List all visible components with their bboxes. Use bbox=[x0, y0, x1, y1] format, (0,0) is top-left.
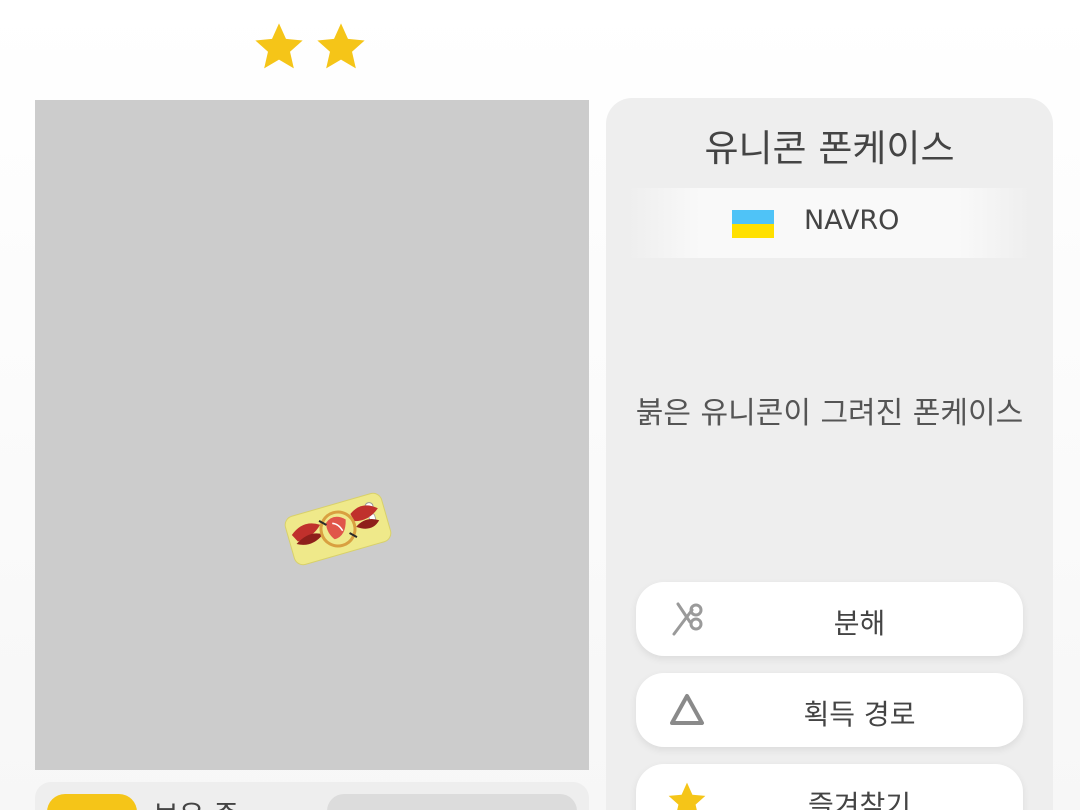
star-icon bbox=[317, 23, 365, 69]
owned-bar: 보유 중 bbox=[35, 782, 589, 810]
acquire-source-button[interactable]: 획득 경로 bbox=[636, 673, 1023, 747]
owned-action-pill[interactable] bbox=[327, 794, 577, 810]
dismantle-label: 분해 bbox=[833, 607, 886, 640]
favorite-button[interactable]: 즐겨찾기 bbox=[636, 764, 1023, 810]
favorite-label: 즐겨찾기 bbox=[807, 789, 912, 810]
brand-row: NAVRO bbox=[628, 188, 1031, 258]
owned-count-badge bbox=[47, 794, 137, 810]
item-description: 붉은 유니콘이 그려진 폰케이스 bbox=[635, 396, 1024, 431]
phone-case-image bbox=[284, 492, 392, 566]
item-detail-screen: 보유 중 유니콘 폰케이스 NAVRO 붉은 유니콘이 그려진 폰케이스 분해 … bbox=[0, 0, 1080, 810]
item-preview bbox=[35, 100, 589, 770]
acquire-source-label: 획득 경로 bbox=[803, 698, 916, 731]
item-name: 유니콘 폰케이스 bbox=[704, 127, 955, 170]
ukraine-flag-icon bbox=[732, 210, 774, 238]
dismantle-button[interactable]: 분해 bbox=[636, 582, 1023, 656]
item-info-panel: 유니콘 폰케이스 NAVRO 붉은 유니콘이 그려진 폰케이스 분해 획득 경로 bbox=[606, 98, 1053, 810]
brand-name: NAVRO bbox=[804, 205, 900, 236]
owned-label: 보유 중 bbox=[153, 794, 239, 810]
rarity-stars bbox=[252, 20, 368, 74]
star-icon bbox=[255, 23, 303, 69]
